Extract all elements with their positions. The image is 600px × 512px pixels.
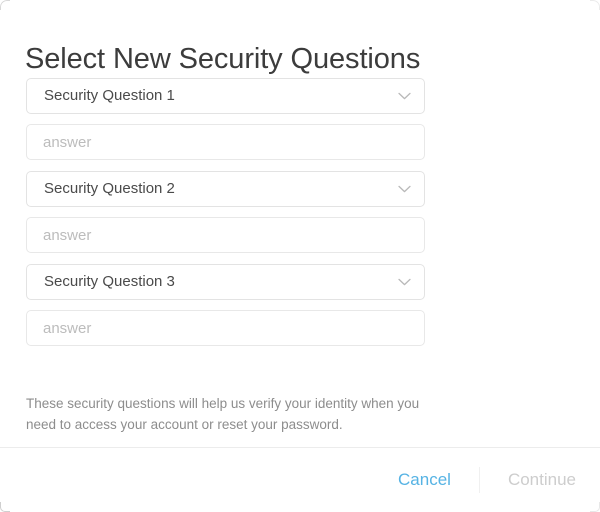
dialog-body: Select New Security Questions Security Q…: [0, 0, 600, 447]
question-group-2: Security Question 2: [26, 171, 425, 253]
chevron-down-icon[interactable]: [398, 79, 411, 113]
security-question-select-2-label: Security Question 2: [44, 180, 175, 197]
dialog-footer: Cancel Continue: [0, 448, 600, 512]
chevron-down-icon[interactable]: [398, 265, 411, 299]
continue-button[interactable]: Continue: [508, 470, 576, 490]
security-questions-list: Security Question 1 Security Question 2: [26, 78, 425, 346]
security-question-select-1-label: Security Question 1: [44, 87, 175, 104]
answer-input-3[interactable]: [26, 310, 425, 346]
footer-separator: [478, 467, 480, 493]
answer-input-2[interactable]: [26, 217, 425, 253]
security-question-select-3[interactable]: Security Question 3: [26, 264, 425, 300]
security-question-select-3-label: Security Question 3: [44, 273, 175, 290]
cancel-button[interactable]: Cancel: [398, 470, 451, 490]
security-question-select-1[interactable]: Security Question 1: [26, 78, 425, 114]
page-title: Select New Security Questions: [25, 43, 421, 76]
help-text: These security questions will help us ve…: [26, 395, 420, 432]
answer-input-1[interactable]: [26, 124, 425, 160]
security-question-select-2[interactable]: Security Question 2: [26, 171, 425, 207]
question-group-1: Security Question 1: [26, 78, 425, 160]
question-group-3: Security Question 3: [26, 264, 425, 346]
chevron-down-icon[interactable]: [398, 172, 411, 206]
security-questions-dialog: Select New Security Questions Security Q…: [0, 0, 600, 512]
